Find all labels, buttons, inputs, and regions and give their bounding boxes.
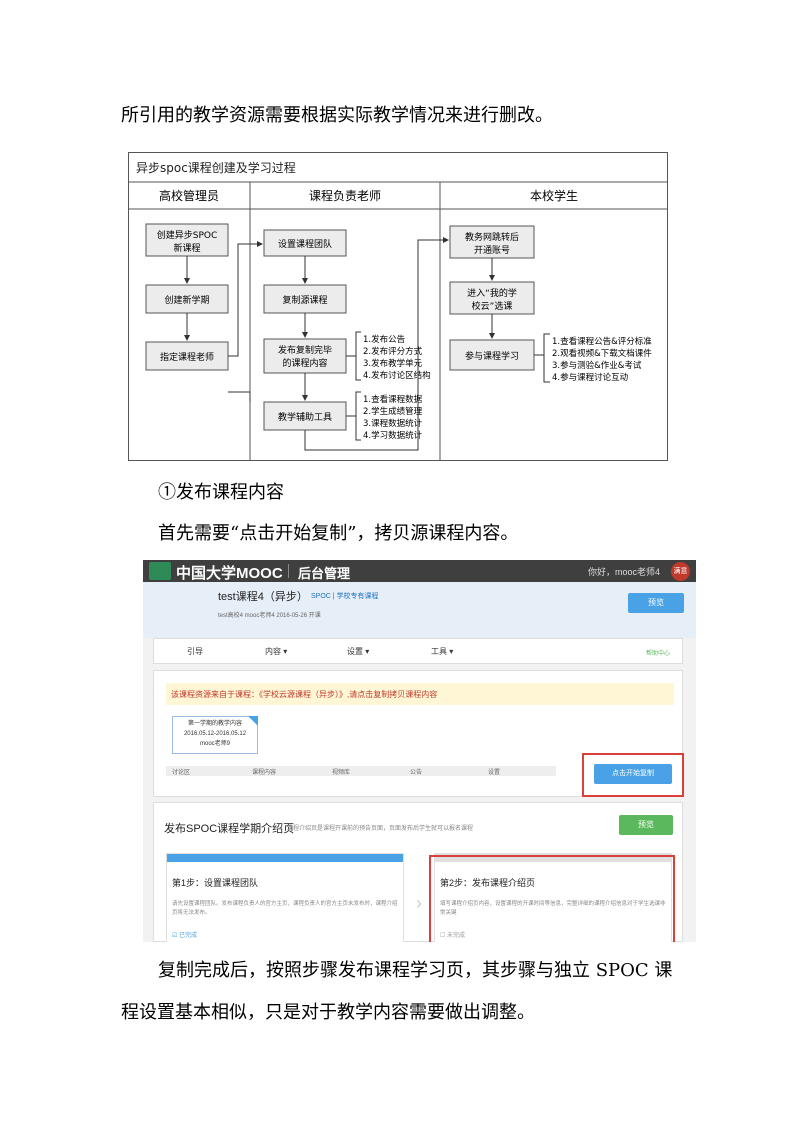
mooc-logo-icon — [149, 562, 171, 580]
flow-box-open-account: 教务网跳转后 开通账号 — [449, 225, 535, 259]
course-title: test课程4（异步） — [218, 591, 308, 603]
flowchart-title: 异步spoc课程创建及学习过程 — [136, 160, 296, 175]
svg-text:创建新学期: 创建新学期 — [164, 294, 209, 306]
svg-text:2.学生成绩管理: 2.学生成绩管理 — [363, 406, 423, 417]
highlight-box — [429, 855, 675, 942]
tab-forum[interactable]: 讨论区 — [172, 767, 190, 776]
course-info: test高校4 mooc老师4 2016-05-26 开课 — [218, 613, 321, 619]
svg-text:教学辅助工具: 教学辅助工具 — [278, 411, 332, 423]
flow-box-teaching-tools: 教学辅助工具 — [263, 401, 347, 431]
section-subtitle: 课程介绍页是课程开课前的预告页面，页面发布后学生就可以报名课程 — [287, 826, 474, 832]
svg-text:2.发布评分方式: 2.发布评分方式 — [363, 346, 423, 357]
tab-videos[interactable]: 视频库 — [332, 767, 350, 776]
nav-guide[interactable]: 引导 — [187, 646, 203, 657]
svg-text:开通账号: 开通账号 — [474, 245, 510, 256]
step-1-title: 第1步：设置课程团队 — [172, 878, 259, 888]
flow-box-assign-teacher: 指定课程老师 — [145, 341, 229, 371]
tab-settings[interactable]: 设置 — [488, 767, 500, 776]
svg-text:设置课程团队: 设置课程团队 — [278, 238, 332, 250]
flowchart: 异步spoc课程创建及学习过程 高校管理员 课程负责老师 本校学生 创建异步SP… — [128, 152, 668, 461]
nav-content[interactable]: 内容 ▾ — [265, 646, 287, 657]
course-tag: SPOC | 学校专有课程 — [311, 593, 379, 600]
nav-tools[interactable]: 工具 ▾ — [431, 646, 453, 657]
nav-settings[interactable]: 设置 ▾ — [347, 646, 369, 657]
publish-intro-panel: 发布SPOC课程学期介绍页 课程介绍页是课程开课前的预告页面，页面发布后学生就可… — [153, 802, 683, 942]
paragraph-after-copy-cont: 程设置基本相似，只是对于教学内容需要做出调整。 — [121, 1002, 535, 1023]
lane-teacher: 课程负责老师 — [309, 188, 381, 203]
paragraph-intro: 所引用的教学资源需要根据实际教学情况来进行删改。 — [121, 105, 553, 126]
svg-text:4.发布讨论区结构: 4.发布讨论区结构 — [363, 370, 431, 381]
flow-box-join-learning: 参与课程学习 — [449, 339, 535, 371]
flow-box-create-term: 创建新学期 — [145, 284, 229, 314]
flow-box-select-course: 进入“我的学 校云”选课 — [449, 281, 535, 315]
help-center-link[interactable]: 帮助中心 — [646, 648, 670, 657]
svg-text:校云”选课: 校云”选课 — [472, 300, 513, 312]
admin-label: 后台管理 — [298, 566, 351, 581]
source-notice: 该课程资源来自于课程：《学校云源课程（异步）》,请点击复制拷贝课程内容 — [166, 683, 674, 705]
svg-text:发布复制完毕: 发布复制完毕 — [278, 344, 332, 356]
flow-box-publish-content: 发布复制完毕 的课程内容 — [263, 338, 347, 374]
svg-text:1.发布公告: 1.发布公告 — [363, 334, 405, 345]
svg-text:2.观看视频&下载文档课件: 2.观看视频&下载文档课件 — [552, 348, 652, 359]
svg-text:3.发布教学单元: 3.发布教学单元 — [363, 358, 423, 369]
course-header: test课程4（异步） SPOC | 学校专有课程 test高校4 mooc老师… — [143, 582, 696, 638]
flow-box-copy-source: 复制源课程 — [263, 284, 347, 314]
svg-text:1.查看课程公告&评分标准: 1.查看课程公告&评分标准 — [552, 336, 652, 347]
step-1-status: ☑ 已完成 — [172, 933, 198, 939]
svg-text:的课程内容: 的课程内容 — [282, 357, 327, 369]
nav-bar: 引导 内容 ▾ 设置 ▾ 工具 ▾ 帮助中心 — [153, 638, 683, 664]
svg-text:3.课程数据统计: 3.课程数据统计 — [363, 418, 423, 429]
progress-bar — [167, 854, 403, 862]
term-card[interactable]: 第一学期的教学内容 2016.05.12-2016.05.12 mooc老师9 — [172, 716, 258, 754]
flow-box-set-team: 设置课程团队 — [263, 229, 347, 257]
svg-text:进入“我的学: 进入“我的学 — [467, 287, 517, 299]
preview-button[interactable]: 预览 — [628, 593, 684, 613]
divider — [288, 564, 289, 578]
svg-text:4.参与课程讨论互动: 4.参与课程讨论互动 — [552, 372, 629, 383]
svg-text:指定课程老师: 指定课程老师 — [160, 351, 214, 363]
start-copy-button[interactable]: 点击开始复制 — [594, 764, 672, 784]
step-1-card[interactable]: 第1步：设置课程团队 请先设置课程团队。发布课程负责人的官方主页，课程负责人的官… — [166, 853, 404, 942]
logo-text: 中国大学MOOC — [176, 565, 283, 582]
top-bar: 中国大学MOOC 后台管理 你好，mooc老师4 满意 — [143, 560, 696, 582]
section-heading-publish: ①发布课程内容 — [158, 482, 284, 503]
section-title: 发布SPOC课程学期介绍页 — [164, 823, 295, 835]
paragraph-after-copy: 复制完成后，按照步骤发布课程学习页，其步骤与独立 SPOC 课 — [158, 960, 673, 981]
lane-student: 本校学生 — [530, 188, 578, 203]
flow-box-create-course: 创建异步SPOC 新课程 — [145, 223, 229, 257]
tab-announcements[interactable]: 公告 — [410, 767, 422, 776]
user-greeting[interactable]: 你好，mooc老师4 — [588, 565, 660, 578]
paragraph-copy-instruction: 首先需要“点击开始复制”，拷贝源课程内容。 — [158, 523, 519, 544]
content-tabs: 讨论区 课程内容 视频库 公告 设置 — [166, 766, 556, 776]
svg-text:3.参与测验&作业&考试: 3.参与测验&作业&考试 — [552, 360, 642, 371]
tab-content[interactable]: 课程内容 — [252, 767, 276, 776]
svg-text:教务网跳转后: 教务网跳转后 — [465, 231, 519, 243]
svg-text:4.学习数据统计: 4.学习数据统计 — [363, 430, 423, 441]
avatar[interactable]: 满意 — [671, 562, 690, 581]
mooc-admin-screenshot: 中国大学MOOC 后台管理 你好，mooc老师4 满意 test课程4（异步） … — [143, 560, 696, 942]
copy-panel: 该课程资源来自于课程：《学校云源课程（异步）》,请点击复制拷贝课程内容 第一学期… — [153, 670, 684, 797]
svg-text:参与课程学习: 参与课程学习 — [465, 350, 519, 362]
chevron-right-icon: › — [416, 893, 422, 913]
step-1-desc: 请先设置课程团队。发布课程负责人的官方主页，课程负责人的官方主页未发布时，课程介… — [172, 901, 398, 916]
preview-intro-button[interactable]: 预览 — [619, 815, 673, 835]
svg-text:复制源课程: 复制源课程 — [282, 294, 327, 306]
svg-text:1.查看课程数据: 1.查看课程数据 — [363, 394, 423, 405]
svg-text:新课程: 新课程 — [173, 242, 200, 254]
lane-admin: 高校管理员 — [159, 188, 219, 203]
svg-text:创建异步SPOC: 创建异步SPOC — [157, 229, 218, 241]
corner-flag-icon — [248, 716, 258, 726]
